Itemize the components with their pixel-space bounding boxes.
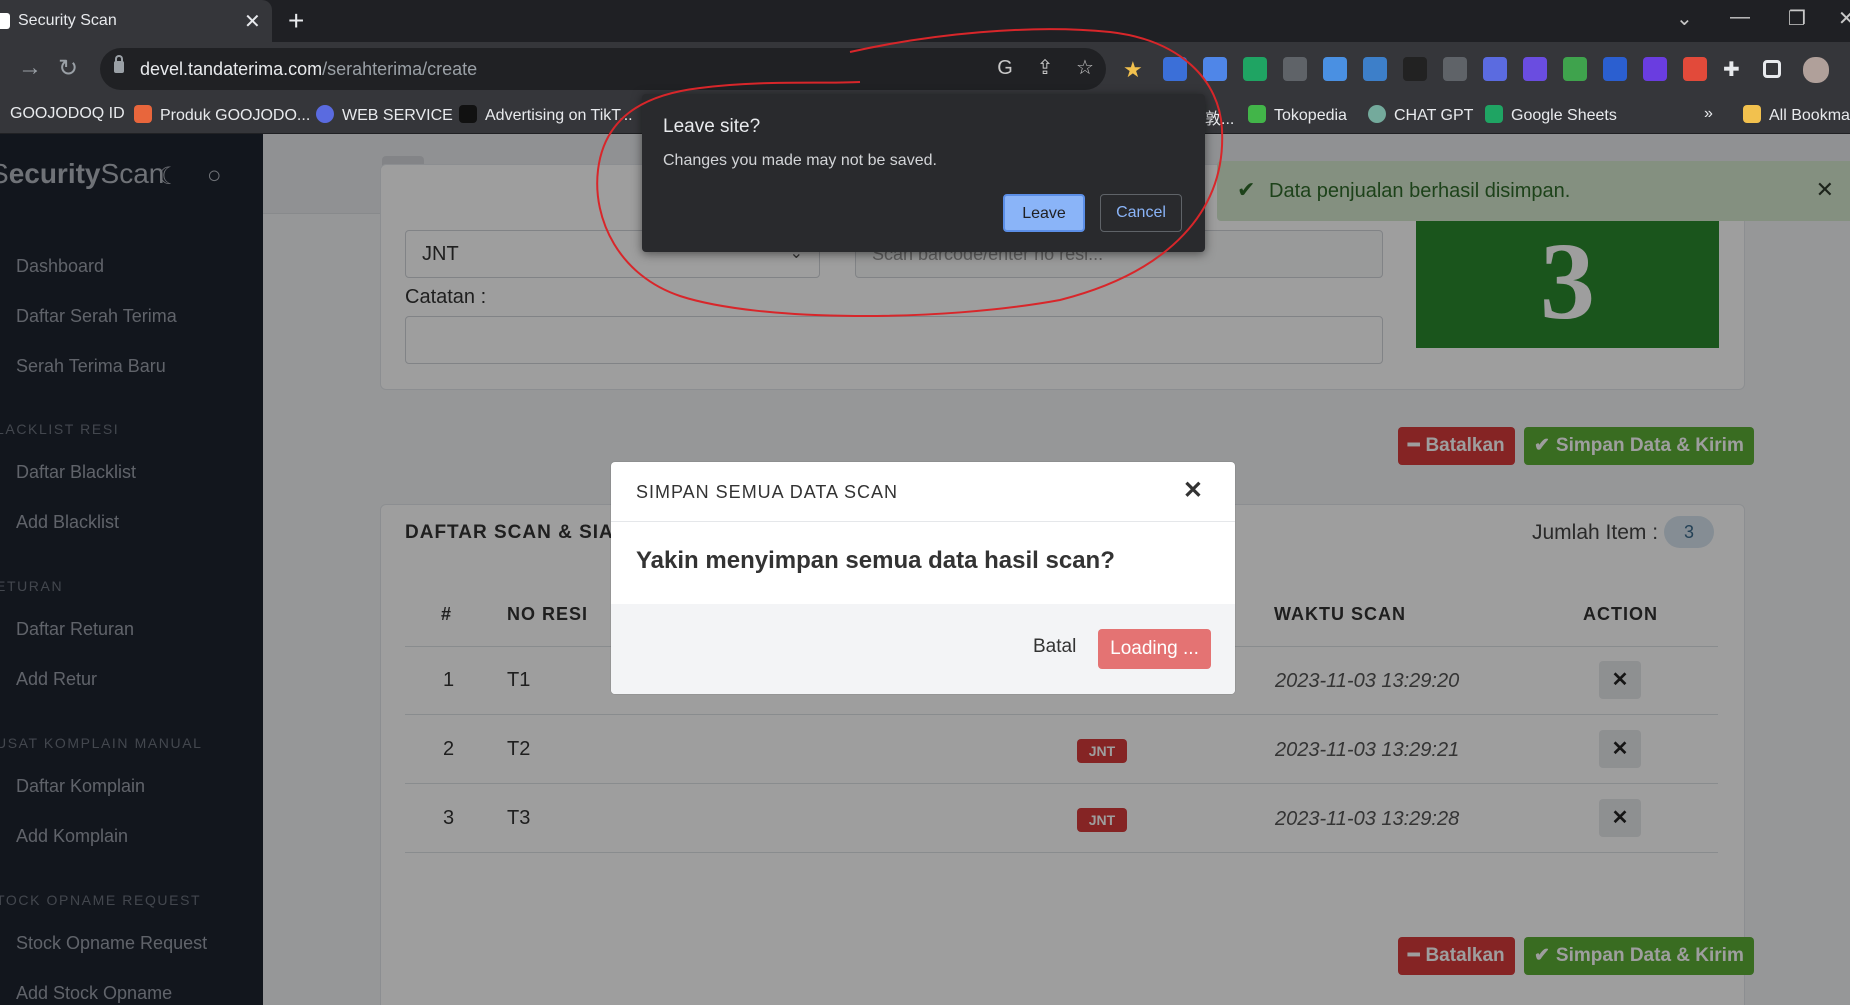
leave-dialog-title: Leave site? — [663, 116, 761, 137]
new-tab-button[interactable]: + — [288, 5, 304, 37]
extension-icon[interactable] — [1523, 57, 1547, 81]
modal-header: SIMPAN SEMUA DATA SCAN ✕ — [611, 462, 1235, 522]
modal-question: Yakin menyimpan semua data hasil scan? — [636, 547, 1115, 574]
drive-extension-icon[interactable] — [1243, 57, 1267, 81]
url-text: devel.tandaterima.com/serahterima/create — [140, 59, 478, 79]
restore-icon[interactable]: ❐ — [1788, 6, 1806, 31]
tab-title: Security Scan — [18, 12, 117, 29]
bookmark-item[interactable]: WEB SERVICE — [316, 105, 453, 125]
browser-toolbar: → ↻ devel.tandaterima.com/serahterima/cr… — [0, 42, 1850, 98]
extension-icon[interactable] — [1403, 57, 1427, 81]
sheets-icon — [1485, 105, 1503, 123]
tiktok-icon — [459, 105, 477, 123]
side-panel-icon[interactable] — [1763, 60, 1781, 78]
chatgpt-icon — [1368, 105, 1386, 123]
translate-extension-icon[interactable] — [1203, 57, 1227, 81]
bookmark-icon — [134, 105, 152, 123]
browser-tab[interactable]: Security Scan ✕ — [0, 0, 272, 42]
new-extension-icon[interactable] — [1603, 57, 1627, 81]
reload-icon[interactable]: ↻ — [58, 54, 78, 83]
leave-dialog-message: Changes you made may not be saved. — [663, 152, 937, 169]
modal-confirm-button[interactable]: Loading ... — [1098, 629, 1211, 669]
modal-close-icon[interactable]: ✕ — [1183, 476, 1203, 505]
site-favicon-icon — [0, 13, 10, 29]
puzzle-icon[interactable]: ✚ — [1723, 57, 1747, 81]
bookmark-item[interactable]: Tokopedia — [1248, 105, 1347, 125]
bookmarks-overflow-button[interactable]: » — [1704, 105, 1713, 123]
browser-tab-strip: Security Scan ✕ + ⌄ — ❐ ✕ — [0, 0, 1850, 42]
leave-button[interactable]: Leave — [1003, 194, 1085, 232]
download-manager-icon[interactable] — [1643, 57, 1667, 81]
share-icon[interactable]: ⇪ — [1033, 56, 1057, 80]
bookmark-item[interactable]: GOOJODOQ ID — [10, 105, 125, 123]
bookmark-icon — [316, 105, 334, 123]
minimize-icon[interactable]: — — [1730, 6, 1750, 29]
confirm-save-modal: SIMPAN SEMUA DATA SCAN ✕ Yakin menyimpan… — [611, 462, 1235, 694]
tokopedia-icon — [1248, 105, 1266, 123]
bookmark-item[interactable]: Google Sheets — [1485, 105, 1617, 125]
extension-icon[interactable] — [1563, 57, 1587, 81]
bookmark-item[interactable]: CHAT GPT — [1368, 105, 1473, 125]
chat-extension-icon[interactable] — [1483, 57, 1507, 81]
cancel-leave-button[interactable]: Cancel — [1100, 194, 1182, 232]
all-bookmarks-button[interactable]: All Bookmarks — [1743, 105, 1850, 125]
modal-title: SIMPAN SEMUA DATA SCAN — [636, 482, 899, 502]
google-icon[interactable]: G — [993, 56, 1017, 80]
profile-avatar[interactable] — [1803, 57, 1829, 83]
tab-search-icon[interactable]: ⌄ — [1676, 6, 1693, 31]
close-window-icon[interactable]: ✕ — [1838, 6, 1850, 31]
code-extension-icon[interactable] — [1443, 57, 1467, 81]
download-extension-icon[interactable] — [1323, 57, 1347, 81]
modal-cancel-button[interactable]: Batal — [1033, 636, 1076, 658]
shop-extension-icon[interactable] — [1683, 57, 1707, 81]
screenshot-extension-icon[interactable] — [1363, 57, 1387, 81]
lock-icon — [114, 55, 124, 73]
bookmark-item[interactable]: 敦... — [1205, 105, 1234, 129]
more-extension-icon[interactable] — [1283, 57, 1307, 81]
address-bar[interactable]: devel.tandaterima.com/serahterima/create… — [100, 48, 1106, 90]
extension-icon[interactable] — [1163, 57, 1187, 81]
leave-site-dialog: Leave site? Changes you made may not be … — [642, 94, 1205, 252]
bookmark-item[interactable]: Produk GOOJODO... — [134, 105, 310, 125]
folder-icon — [1743, 105, 1761, 123]
bookmark-star-icon[interactable]: ☆ — [1073, 56, 1097, 80]
close-tab-icon[interactable]: ✕ — [244, 9, 261, 34]
forward-icon[interactable]: → — [18, 54, 42, 82]
bookmark-item[interactable]: Advertising on TikT... — [459, 105, 633, 125]
star-extension-icon[interactable]: ★ — [1123, 57, 1147, 82]
